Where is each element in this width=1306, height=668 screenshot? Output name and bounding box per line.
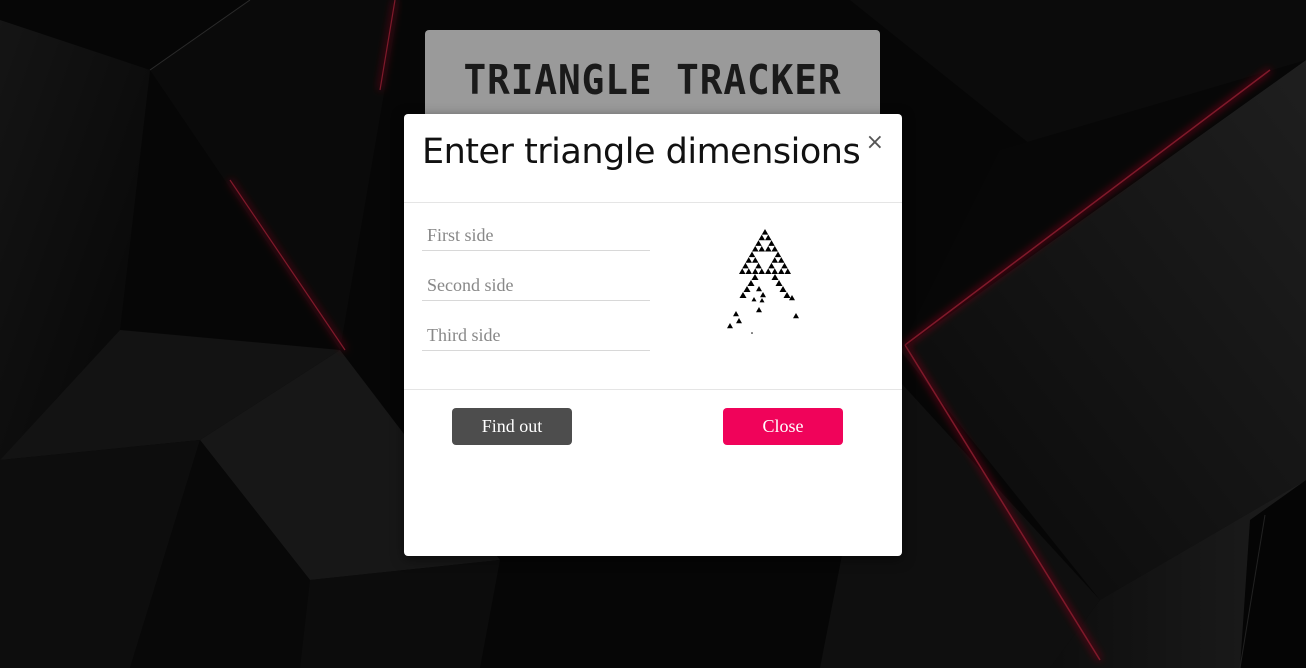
dimensions-modal: Enter triangle dimensions × Find out Clo… [404,114,902,556]
modal-header: Enter triangle dimensions × [404,114,902,203]
third-side-input[interactable] [422,321,650,351]
find-out-button[interactable]: Find out [452,408,572,445]
page-title: TRIANGLE TRACKER [463,56,842,104]
modal-footer: Find out Close [404,390,902,550]
modal-body [404,203,902,390]
sierpinski-triangle-icon [727,229,799,334]
modal-title: Enter triangle dimensions [422,132,861,172]
close-icon[interactable]: × [866,132,884,154]
close-button[interactable]: Close [723,408,843,445]
first-side-input[interactable] [422,221,650,251]
app-root: TRIANGLE TRACKER Enter triangle dimensio… [0,0,1306,668]
second-side-input[interactable] [422,271,650,301]
